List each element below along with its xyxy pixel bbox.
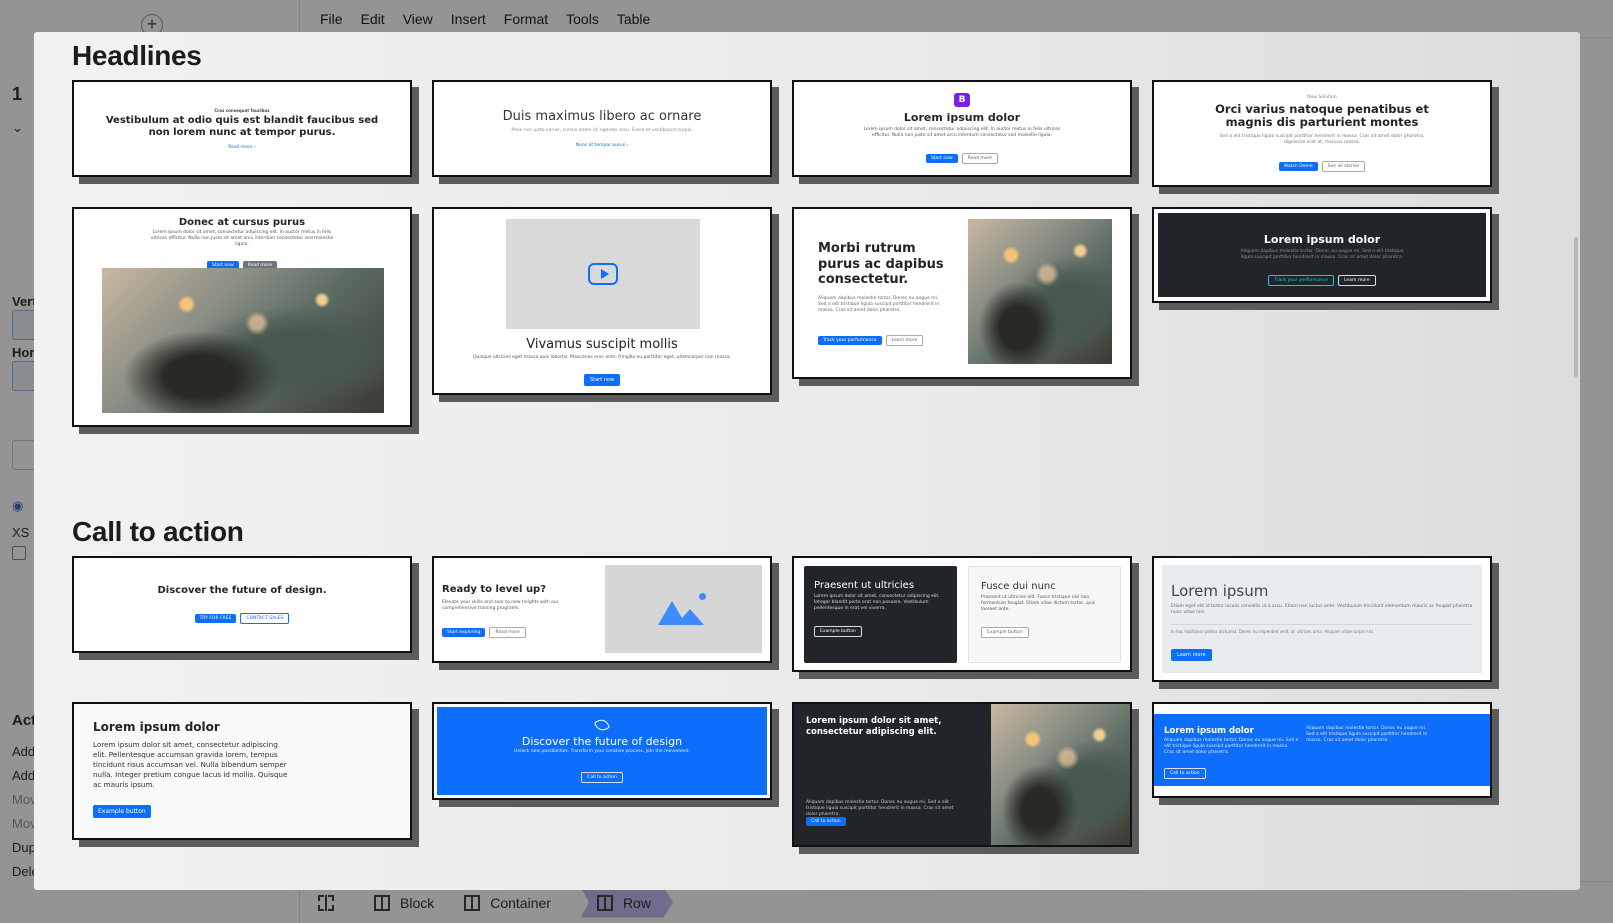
card-secondary-button: Read more xyxy=(961,153,999,165)
card-primary-button: Learn more xyxy=(1171,648,1212,661)
bootstrap-logo-icon: B xyxy=(954,92,970,107)
card-text: Aliquam dapibus molestie tortor. Donec e… xyxy=(1240,249,1404,261)
card-text: Aliquam dapibus molestie tortor. Donec e… xyxy=(806,800,954,818)
divider xyxy=(1171,624,1473,626)
headline-template-card-3[interactable]: B Lorem ipsum dolor Lorem ipsum dolor si… xyxy=(792,80,1132,177)
dark-panel: Lorem ipsum dolor sit amet, consectetur … xyxy=(794,704,991,845)
card-primary-button: Call to action xyxy=(806,817,846,826)
card-title: Vestibulum at odio quis est blandit fauc… xyxy=(105,114,379,139)
card-primary-button: Watch Demo xyxy=(1278,162,1318,172)
card-secondary-button: Read more xyxy=(489,627,526,639)
headline-template-card-7[interactable]: Morbi rutrum purus ac dapibus consectetu… xyxy=(792,207,1132,379)
card-text: Lorem ipsum dolor sit amet, consectetur … xyxy=(150,230,334,248)
card-secondary-button: See all stories xyxy=(1321,161,1366,173)
cta-template-card-1[interactable]: Discover the future of design. TRY FOR F… xyxy=(72,556,412,653)
cta-template-card-2[interactable]: Ready to level up? Elevate your skills a… xyxy=(432,556,772,663)
play-icon xyxy=(588,263,618,285)
card-kicker: Cras consequat faucibus xyxy=(214,107,270,113)
panel-title: Fusce dui nunc xyxy=(981,581,1056,592)
card-title: Lorem ipsum dolor xyxy=(93,720,220,734)
cafe-photo-image xyxy=(968,219,1112,364)
card-kicker: New Solution xyxy=(1307,94,1337,100)
card-text: Aliquam dapibus molestie tortor. Donec e… xyxy=(818,295,940,313)
card-primary-button: Start exploring xyxy=(442,628,486,638)
panel-title: Praesent ut ultricies xyxy=(814,580,915,591)
blue-banner: Discover the future of design Unlock new… xyxy=(437,707,767,795)
cafe-photo-image xyxy=(991,704,1130,845)
cta-template-card-8[interactable]: Lorem ipsum dolor Aliquam dapibus molest… xyxy=(1152,702,1492,798)
modal-scrollbar[interactable] xyxy=(1572,32,1580,890)
cta-template-card-5[interactable]: Lorem ipsum dolor Lorem ipsum dolor sit … xyxy=(72,702,412,840)
card-text: Lorem ipsum dolor sit amet, consectetur … xyxy=(93,740,288,790)
card-text: Aliquam dapibus molestie tortor. Donec e… xyxy=(1164,738,1299,756)
template-picker-modal: Headlines Cras consequat faucibus Vestib… xyxy=(34,32,1580,890)
cta-template-card-4[interactable]: Lorem ipsum Etiam eget elit id tortor ia… xyxy=(1152,556,1492,682)
card-text: Elevate your skills and soar to new heig… xyxy=(442,600,559,612)
blue-banner: Lorem ipsum dolor Aliquam dapibus molest… xyxy=(1154,714,1490,786)
card-title: Orci varius natoque penatibus et magnis … xyxy=(1215,101,1429,130)
card-text: Etiam eget elit id tortor iaculis conval… xyxy=(1171,604,1473,616)
card-primary-button: Call to action xyxy=(581,771,623,783)
card-title: Discover the future of design xyxy=(521,735,683,749)
card-primary-button: Track your performance xyxy=(1268,275,1334,287)
card-link: Read more › xyxy=(228,144,256,150)
cta-template-card-3[interactable]: Praesent ut ultricies Lorem ipsum dolor … xyxy=(792,556,1132,672)
card-title: Lorem ipsum dolor sit amet, consectetur … xyxy=(806,716,942,737)
pen-icon xyxy=(593,717,611,734)
headline-template-card-4[interactable]: New Solution Orci varius natoque penatib… xyxy=(1152,80,1492,187)
card-secondary-button: Learn more xyxy=(885,334,924,346)
card-right-text: Aliquam dapibus molestie tortor. Donec e… xyxy=(1306,726,1428,744)
card-title: Lorem ipsum dolor xyxy=(1263,233,1381,246)
card-title: Lorem ipsum dolor xyxy=(903,110,1021,124)
scrollbar-thumb[interactable] xyxy=(1574,237,1578,377)
card-primary-button: Start now xyxy=(925,154,958,164)
section-title-call-to-action: Call to action xyxy=(72,516,244,547)
panel-text: Lorem ipsum dolor sit amet, consectetur … xyxy=(814,594,940,612)
card-text: Quisque ultricies eget massa quis lobort… xyxy=(472,355,732,360)
headline-template-card-1[interactable]: Cras consequat faucibus Vestibulum at od… xyxy=(72,80,412,177)
image-icon xyxy=(657,593,710,625)
card-title: Ready to level up? xyxy=(442,584,547,595)
headline-template-card-5[interactable]: Donec at cursus purus Lorem ipsum dolor … xyxy=(72,207,412,427)
card-text: Proin nec justo varius, cursus lorem id,… xyxy=(511,128,693,134)
card-primary-button: TRY FOR FREE xyxy=(194,614,237,623)
image-placeholder xyxy=(605,565,762,653)
card-primary-button: Start now xyxy=(583,374,621,387)
headline-template-card-8[interactable]: Lorem ipsum dolor Aliquam dapibus molest… xyxy=(1152,207,1492,303)
card-primary-button: Example button xyxy=(93,805,151,819)
card-text: Unlock new possibilities. Transform your… xyxy=(514,749,690,755)
dark-panel: Praesent ut ultricies Lorem ipsum dolor … xyxy=(804,566,957,663)
light-panel: Fusce dui nunc Praesent ut ultricies eli… xyxy=(968,566,1121,663)
panel-button: Example button xyxy=(814,626,862,638)
card-title: Lorem ipsum xyxy=(1171,582,1269,600)
card-text: Lorem ipsum dolor sit amet, consectetur … xyxy=(863,126,1061,138)
card-title: Morbi rutrum purus ac dapibus consectetu… xyxy=(818,241,944,288)
card-primary-button: Call to action xyxy=(1164,768,1206,780)
card-title: Vivamus suscipit mollis xyxy=(526,337,678,352)
card-link: Nunc at tempor purus › xyxy=(575,142,629,148)
card-title: Lorem ipsum dolor xyxy=(1164,726,1254,736)
cta-template-card-6[interactable]: Discover the future of design Unlock new… xyxy=(432,702,772,800)
section-title-headlines: Headlines xyxy=(72,40,202,71)
card-title: Discover the future of design. xyxy=(157,585,327,596)
panel-text: Praesent ut ultricies elit. Fusce tristi… xyxy=(981,595,1096,613)
card-text: Sed a elit tristique ligula suscipit por… xyxy=(1219,134,1425,146)
video-placeholder xyxy=(506,219,700,329)
card-title: Donec at cursus purus xyxy=(178,217,306,228)
headline-template-card-6[interactable]: Vivamus suscipit mollis Quisque ultricie… xyxy=(432,207,772,395)
headline-template-card-2[interactable]: Duis maximus libero ac ornare Proin nec … xyxy=(432,80,772,177)
cta-template-card-7[interactable]: Lorem ipsum dolor sit amet, consectetur … xyxy=(792,702,1132,847)
card-title: Duis maximus libero ac ornare xyxy=(502,109,702,125)
cafe-photo-image xyxy=(102,268,384,413)
card-primary-button: Track your performance xyxy=(818,335,882,345)
dark-banner: Lorem ipsum dolor Aliquam dapibus molest… xyxy=(1158,213,1486,297)
card-small-text: In hac habitasse platea dictumst. Donec … xyxy=(1171,629,1375,635)
panel-button: Example button xyxy=(981,627,1029,639)
jumbotron-panel: Lorem ipsum Etiam eget elit id tortor ia… xyxy=(1162,565,1482,673)
card-secondary-button: CONTACT SALES xyxy=(240,613,290,624)
card-secondary-button: Learn more xyxy=(1337,275,1376,287)
